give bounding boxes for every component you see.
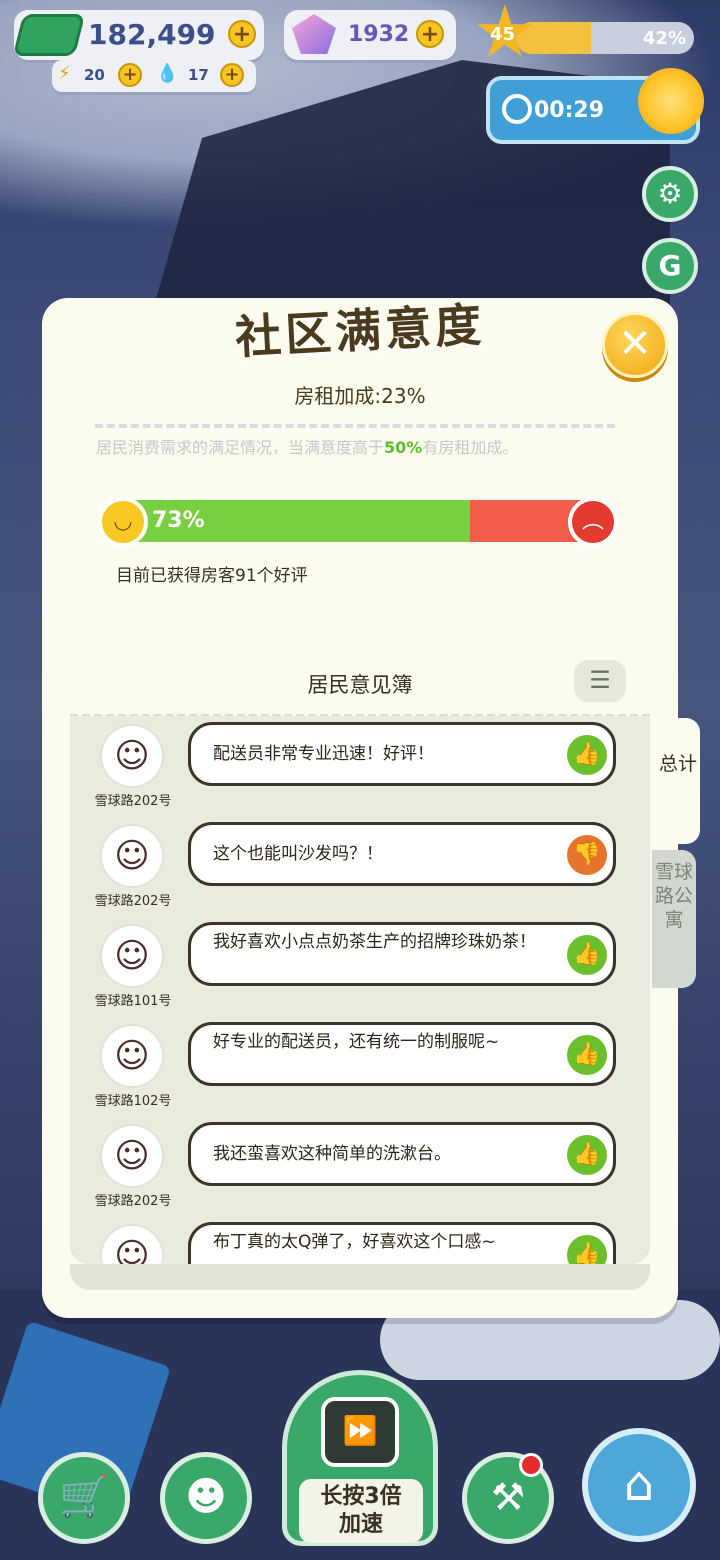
- clock-icon: [502, 94, 532, 124]
- comment-entry: ☺ 雪球路102号 好专业的配送员，还有统一的制服呢~ 👍: [70, 1020, 650, 1120]
- level-panel[interactable]: 42% 45: [476, 4, 698, 64]
- comment-text: 我好喜欢小点点奶茶生产的招牌珍珠奶茶！: [213, 932, 536, 952]
- gem-counter: 1932 +: [284, 10, 456, 60]
- comment-entry: ☺ 布丁真的太Q弹了，好喜欢这个口感~ 👍: [70, 1220, 650, 1264]
- rent-bonus: 房租加成:23%: [294, 384, 426, 408]
- resident-address: 雪球路202号: [94, 894, 172, 909]
- level-number: 45: [490, 24, 516, 45]
- satisfaction-description: 居民消费需求的满足情况，当满意度高于50%有房租加成。: [96, 434, 636, 458]
- speed-up-button[interactable]: ⏩ 长按3倍 加速: [282, 1370, 438, 1546]
- resident-address: 雪球路101号: [94, 994, 172, 1009]
- add-energy-button[interactable]: +: [118, 63, 142, 87]
- add-cash-button[interactable]: +: [228, 20, 256, 48]
- settings-button[interactable]: ⚙: [642, 166, 698, 222]
- resident-address: 雪球路202号: [94, 1194, 172, 1209]
- cash-icon: [12, 14, 86, 56]
- tools-icon: ⚒: [490, 1475, 526, 1519]
- description-suffix: 有房租加成。: [422, 438, 519, 457]
- notification-dot: [519, 1453, 543, 1477]
- tv-fast-forward-icon: ⏩: [321, 1397, 399, 1467]
- resident-address: 雪球路202号: [94, 794, 172, 809]
- description-text: 居民消费需求的满足情况，当满意度高于: [96, 438, 385, 457]
- comment-bubble: 这个也能叫沙发吗？！ 👎: [188, 822, 616, 886]
- add-water-button[interactable]: +: [220, 63, 244, 87]
- thumbs-up-icon: 👍: [567, 1135, 607, 1175]
- speed-up-label: 长按3倍 加速: [299, 1479, 423, 1543]
- list-button[interactable]: ☰: [574, 660, 626, 702]
- resident-avatar: ☺: [100, 724, 164, 788]
- comment-text: 布丁真的太Q弹了，好喜欢这个口感~: [213, 1232, 496, 1252]
- close-button[interactable]: ✕: [602, 312, 668, 378]
- happy-face-icon: ◡: [98, 497, 148, 547]
- comment-text: 好专业的配送员，还有统一的制服呢~: [213, 1032, 500, 1052]
- comment-text: 配送员非常专业迅速！好评！: [213, 744, 434, 764]
- build-tools-button[interactable]: ⚒: [462, 1452, 554, 1544]
- gem-icon: [292, 14, 336, 54]
- comment-bubble: 配送员非常专业迅速！好评！ 👍: [188, 722, 616, 786]
- resident-avatar: ☺: [100, 1124, 164, 1188]
- comment-entry: ☺ 雪球路202号 我还蛮喜欢这种简单的洗漱台。 👍: [70, 1120, 650, 1220]
- thumbs-up-icon: 👍: [567, 735, 607, 775]
- cash-amount: 182,499: [88, 18, 216, 51]
- comment-text: 这个也能叫沙发吗？！: [213, 844, 383, 864]
- resident-avatar: ☺: [100, 1024, 164, 1088]
- xp-percent: 42%: [642, 28, 686, 49]
- thumbs-down-icon: 👎: [567, 835, 607, 875]
- comment-bubble: 我还蛮喜欢这种简单的洗漱台。 👍: [188, 1122, 616, 1186]
- home-wrench-icon: ⌂: [623, 1456, 655, 1512]
- energy-amount: 20: [84, 66, 105, 84]
- thumbs-up-icon: 👍: [567, 1035, 607, 1075]
- comment-feed[interactable]: ☺ 雪球路202号 配送员非常专业迅速！好评！ 👍 ☺ 雪球路202号 这个也能…: [70, 716, 650, 1264]
- lightning-icon: ⚡: [58, 63, 71, 84]
- comment-text: 我还蛮喜欢这种简单的洗漱台。: [213, 1144, 451, 1164]
- cash-counter: 182,499 +: [12, 10, 264, 60]
- close-icon: ✕: [618, 321, 652, 367]
- comment-bubble: 布丁真的太Q弹了，好喜欢这个口感~ 👍: [188, 1222, 616, 1264]
- chat-button[interactable]: ☻: [160, 1452, 252, 1544]
- gem-amount: 1932: [348, 22, 410, 47]
- thumbs-up-icon: 👍: [567, 935, 607, 975]
- home-button[interactable]: ⌂: [582, 1428, 696, 1542]
- comment-bubble: 好专业的配送员，还有统一的制服呢~ 👍: [188, 1022, 616, 1086]
- list-icon: ☰: [589, 666, 611, 694]
- resource-row: ⚡ 20 + 💧 17 +: [52, 60, 256, 92]
- resident-address: 雪球路102号: [94, 1094, 172, 1109]
- comment-entry: ☺ 雪球路202号 这个也能叫沙发吗？！ 👎: [70, 820, 650, 920]
- shopping-cart-icon: 🛒: [59, 1474, 109, 1520]
- tab-total[interactable]: 总计: [656, 718, 700, 844]
- feed-footer: [70, 1264, 650, 1290]
- thumbs-up-icon: 👍: [567, 1235, 607, 1264]
- shop-button[interactable]: 🛒: [38, 1452, 130, 1544]
- g-badge-icon: G: [658, 249, 682, 282]
- threshold-highlight: 50%: [384, 438, 423, 457]
- water-amount: 17: [188, 66, 209, 84]
- speed-up-label-line1: 长按3倍: [320, 1484, 402, 1509]
- tab-apartment[interactable]: 雪球路公寓: [652, 850, 696, 988]
- gear-icon: ⚙: [657, 177, 683, 210]
- timer-panel[interactable]: 00:29: [486, 68, 704, 144]
- resident-avatar: ☺: [100, 1224, 164, 1264]
- sun-icon: [638, 68, 704, 134]
- water-drop-icon: 💧: [156, 63, 179, 84]
- divider: [95, 424, 615, 428]
- resident-avatar: ☺: [100, 924, 164, 988]
- chat-face-icon: ☻: [185, 1474, 227, 1520]
- angry-face-icon: ︵: [568, 497, 618, 547]
- satisfaction-percent: 73%: [152, 508, 205, 533]
- good-reviews-count: 目前已获得房客91个好评: [116, 566, 308, 586]
- comment-entry: ☺ 雪球路202号 配送员非常专业迅速！好评！ 👍: [70, 720, 650, 820]
- comment-entry: ☺ 雪球路101号 我好喜欢小点点奶茶生产的招牌珍珠奶茶！ 👍: [70, 920, 650, 1020]
- comment-bubble: 我好喜欢小点点奶茶生产的招牌珍珠奶茶！ 👍: [188, 922, 616, 986]
- resident-avatar: ☺: [100, 824, 164, 888]
- speed-up-label-line2: 加速: [338, 1512, 383, 1537]
- add-gems-button[interactable]: +: [416, 20, 444, 48]
- timer-value: 00:29: [534, 98, 605, 123]
